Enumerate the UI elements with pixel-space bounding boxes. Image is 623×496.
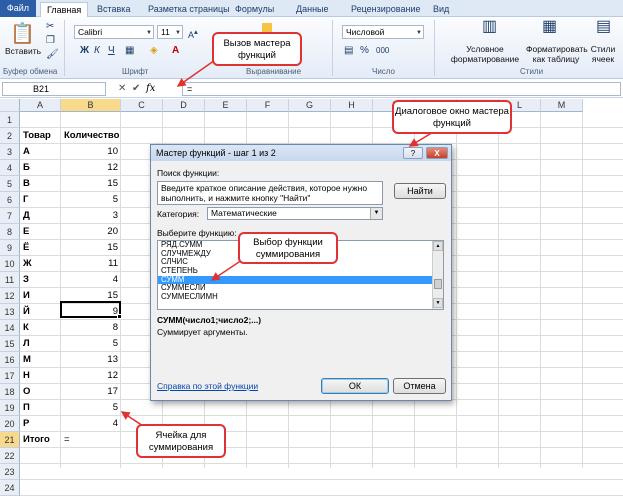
row-header-24[interactable]: 24 — [0, 480, 20, 496]
callout-dialog: Диалоговое окно мастера функций — [392, 100, 512, 134]
callout-function-wizard: Вызов мастера функций — [212, 32, 302, 66]
gridline — [20, 479, 623, 480]
callout-sum-selection: Выбор функции суммирования — [238, 232, 338, 264]
callout-sum-cell: Ячейка для суммирования — [136, 424, 226, 458]
